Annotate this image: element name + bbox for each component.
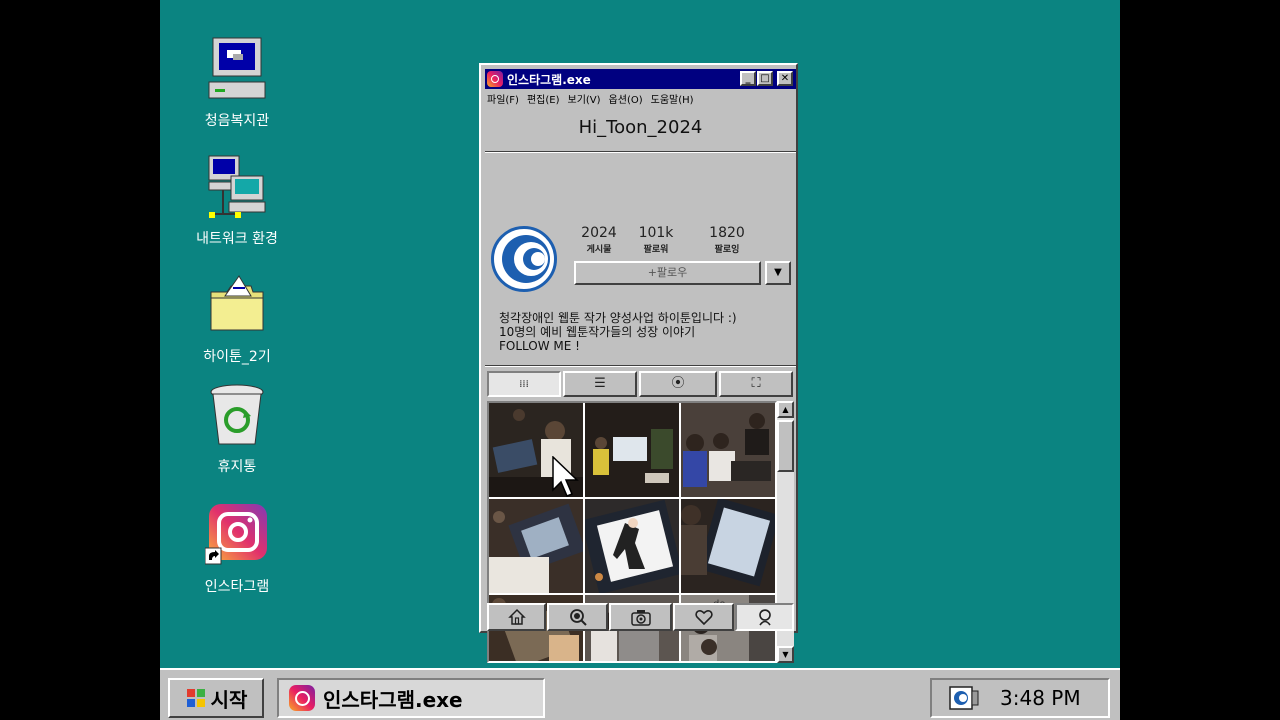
- location-pin-icon: ⦿: [671, 376, 685, 391]
- desktop-icon-label: 청음복지관: [204, 113, 270, 129]
- window-titlebar[interactable]: 인스타그램.exe _ □ ✕: [485, 69, 796, 89]
- clock[interactable]: 3:48 PM: [1000, 686, 1081, 710]
- system-tray: 3:48 PM: [930, 678, 1110, 718]
- desktop-icon-label: 하이툰_2기: [203, 349, 271, 365]
- home-icon: [507, 608, 526, 625]
- start-label: 시작: [210, 687, 248, 712]
- bio-line: 10명의 예비 웹툰작가들의 성장 이야기: [499, 325, 696, 339]
- desktop-icon-label: 휴지통: [217, 459, 257, 475]
- stat-following-value: 1820: [709, 225, 745, 241]
- stat-posts-value: 2024: [581, 225, 617, 241]
- desktop-icon-instagram[interactable]: 인스타그램: [182, 502, 292, 596]
- stat-following-caption: 팔로잉: [714, 245, 740, 255]
- profile-icon: [758, 609, 771, 626]
- follow-dropdown-button[interactable]: ▼: [765, 261, 791, 285]
- mouse-pointer-icon: [552, 456, 579, 497]
- stat-followers[interactable]: 101k 팔로워: [626, 225, 686, 255]
- taskbar-item-instagram[interactable]: 인스타그램.exe: [277, 678, 545, 718]
- menu-help[interactable]: 도움말(H): [651, 91, 694, 107]
- grid-photo[interactable]: [681, 403, 775, 497]
- grid-photo[interactable]: [489, 499, 583, 593]
- scroll-thumb[interactable]: [777, 420, 794, 472]
- nav-likes[interactable]: [673, 603, 734, 631]
- nav-profile[interactable]: [735, 603, 794, 631]
- tab-grid[interactable]: ⁞⁞⁞: [487, 371, 561, 397]
- tab-tagged[interactable]: ⛶: [719, 371, 793, 397]
- instagram-window: 인스타그램.exe _ □ ✕ 파일(F) 편집(E) 보기(V) 옵션(O) …: [479, 63, 798, 663]
- grid-photo[interactable]: [585, 403, 679, 497]
- students-photo: [681, 403, 775, 497]
- search-icon: [569, 609, 587, 626]
- desktop-icon-folder[interactable]: 하이툰_2기: [182, 272, 292, 366]
- list-icon: ☰: [594, 376, 606, 391]
- nav-search[interactable]: [547, 603, 608, 631]
- start-button[interactable]: 시작: [168, 678, 264, 718]
- menu-options[interactable]: 옵션(O): [609, 91, 643, 107]
- scroll-down-button[interactable]: ▼: [777, 646, 794, 663]
- stat-posts-caption: 게시물: [586, 245, 612, 255]
- comic-character-tablet-photo: [585, 499, 679, 593]
- computer-icon: [205, 36, 269, 104]
- desktop-icon-label: 인스타그램: [204, 579, 270, 595]
- menu-file[interactable]: 파일(F): [487, 91, 519, 107]
- profile-bio: 청각장애인 웹툰 작가 양성사업 하이툰입니다 :) 10명의 예비 웹툰작가들…: [499, 311, 789, 353]
- maximize-button[interactable]: □: [757, 71, 773, 86]
- menu-edit[interactable]: 편집(E): [527, 91, 560, 107]
- classroom-screen-photo: [585, 403, 679, 497]
- divider: [485, 151, 796, 153]
- instagram-app-icon: [289, 685, 315, 711]
- desktop-icon-computer[interactable]: 청음복지관: [182, 36, 292, 130]
- bio-line: 청각장애인 웹툰 작가 양성사업 하이툰입니다 :): [499, 311, 737, 325]
- avatar[interactable]: [491, 226, 557, 292]
- tab-list[interactable]: ☰: [563, 371, 637, 397]
- camera-icon: [630, 610, 651, 626]
- minimize-button[interactable]: _: [740, 71, 756, 86]
- tab-location[interactable]: ⦿: [639, 371, 717, 397]
- taskbar: 시작 인스타그램.exe 3:48 PM: [160, 668, 1120, 720]
- grid-icon: ⁞⁞⁞: [519, 379, 529, 390]
- menu-view[interactable]: 보기(V): [568, 91, 601, 107]
- folder-icon: [205, 272, 269, 340]
- profile-username: Hi_Toon_2024: [578, 117, 703, 138]
- desktop-icon-network[interactable]: 내트워크 환경: [182, 154, 292, 248]
- grid-photo[interactable]: [585, 499, 679, 593]
- taskbar-item-label: 인스타그램.exe: [323, 687, 463, 712]
- stat-posts[interactable]: 2024 게시물: [569, 225, 629, 255]
- window-client: Hi_Toon_2024 2024 게시물 101k 팔로워 1820 팔로잉 …: [485, 109, 796, 663]
- tablet-sketch-photo: [681, 499, 775, 593]
- stat-followers-caption: 팔로워: [643, 245, 669, 255]
- windows-logo-icon: [186, 689, 205, 707]
- instagram-app-icon: [487, 71, 503, 87]
- window-title: 인스타그램.exe: [507, 72, 591, 87]
- network-icon: [205, 154, 269, 222]
- tray-app-icon[interactable]: [948, 683, 982, 713]
- screen: 청음복지관 내트워크 환경 하이툰_2기 휴지통 인스타그램 인스타그램.exe…: [0, 0, 1280, 720]
- desktop-icon-recycle-bin[interactable]: 휴지통: [182, 382, 292, 476]
- heart-icon: [694, 609, 713, 626]
- desktop-icon-label: 내트워크 환경: [196, 231, 278, 247]
- grid-photo[interactable]: [681, 499, 775, 593]
- scroll-up-button[interactable]: ▲: [777, 401, 794, 418]
- nav-home[interactable]: [487, 603, 546, 631]
- recycle-bin-icon: [205, 382, 269, 450]
- stat-following[interactable]: 1820 팔로잉: [697, 225, 757, 255]
- follow-button[interactable]: +팔로우: [574, 261, 761, 285]
- nav-camera[interactable]: [609, 603, 672, 631]
- stat-followers-value: 101k: [638, 225, 674, 241]
- menu-bar: 파일(F) 편집(E) 보기(V) 옵션(O) 도움말(H): [487, 91, 694, 107]
- divider: [485, 365, 796, 367]
- close-button[interactable]: ✕: [777, 71, 793, 86]
- instagram-shortcut-icon: [204, 502, 269, 570]
- tablet-drawing-photo: [489, 499, 583, 593]
- bio-line: FOLLOW ME !: [499, 339, 580, 353]
- tagged-person-icon: ⛶: [751, 376, 761, 391]
